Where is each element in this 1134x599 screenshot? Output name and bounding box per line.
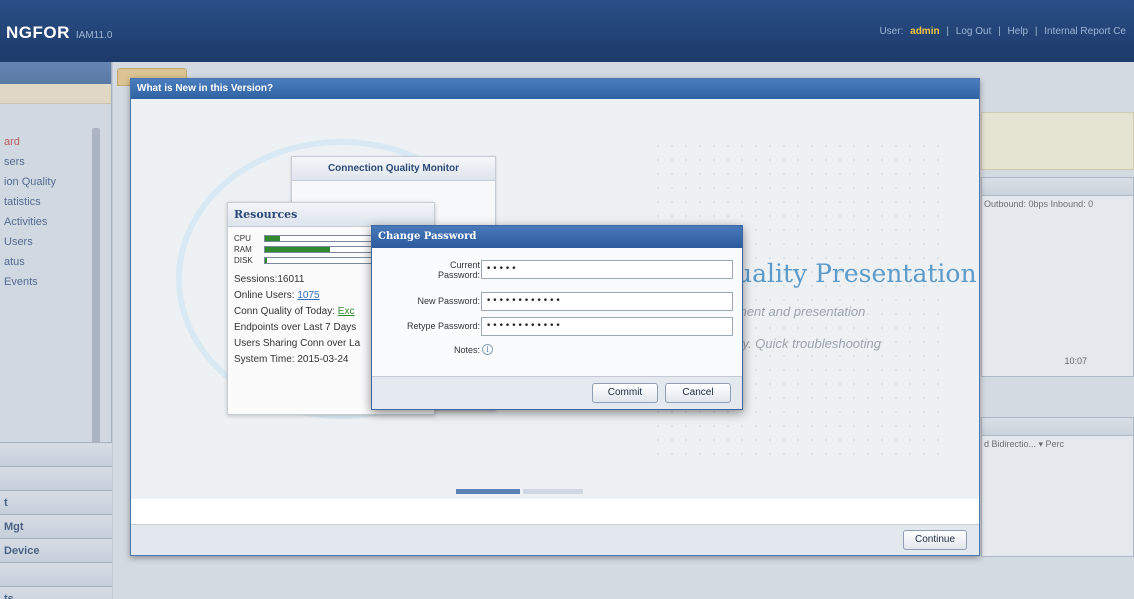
brand-name: NGFOR [6, 23, 70, 42]
online-users-label: Online Users: [234, 290, 295, 301]
feature-subtitle-1: ment and presentation [736, 304, 866, 319]
current-password-label-line2: Password: [437, 270, 480, 280]
conn-quality-link[interactable]: Exc [338, 306, 355, 317]
notes-label: Notes: [453, 345, 480, 355]
user-name[interactable]: admin [910, 26, 939, 37]
disk-label: DISK [234, 256, 253, 265]
cpu-bar-fill [265, 236, 281, 241]
logout-link[interactable]: Log Out [956, 26, 992, 37]
retype-password-input[interactable]: •••••••••••• [481, 317, 733, 336]
conn-quality-label: Conn Quality of Today: [234, 306, 335, 317]
change-password-footer: Commit Cancel [372, 376, 742, 409]
ram-bar [264, 246, 374, 253]
change-password-body: Current Password: ••••• New Password: ••… [372, 248, 742, 376]
whats-new-title: What is New in this Version? [131, 79, 979, 99]
separator: | [1034, 26, 1038, 37]
cancel-button[interactable]: Cancel [665, 383, 731, 403]
resources-title: Resources [228, 203, 434, 227]
whats-new-footer: Continue [131, 524, 979, 555]
online-users-link[interactable]: 1075 [297, 290, 319, 301]
version-label: IAM11.0 [75, 30, 113, 41]
feature-headline: uality Presentation [736, 259, 977, 288]
ram-bar-fill [265, 247, 330, 252]
continue-button[interactable]: Continue [903, 530, 967, 550]
new-password-label: New Password: [417, 296, 480, 306]
ram-label: RAM [234, 245, 252, 254]
commit-button[interactable]: Commit [592, 383, 658, 403]
cpu-bar [264, 235, 374, 242]
top-links: User: admin | Log Out | Help | Internal … [877, 26, 1128, 37]
change-password-dialog: Change Password Current Password: ••••• … [371, 225, 743, 410]
disk-bar-fill [265, 258, 268, 263]
user-label: User: [879, 26, 904, 37]
cqm-title: Connection Quality Monitor [292, 157, 495, 181]
carousel-indicator-active[interactable] [456, 489, 520, 494]
feature-subtitle-2: tly. Quick troubleshooting [736, 336, 881, 351]
current-password-input[interactable]: ••••• [481, 260, 733, 279]
current-password-label: Current Password: [438, 260, 480, 280]
separator: | [946, 26, 949, 37]
carousel-indicator[interactable] [523, 489, 583, 494]
cpu-label: CPU [234, 234, 251, 243]
current-password-label-line1: Current [449, 260, 480, 270]
help-link[interactable]: Help [1008, 26, 1029, 37]
brand-logo: NGFOR IAM11.0 [6, 23, 112, 43]
new-password-input[interactable]: •••••••••••• [481, 292, 733, 311]
retype-password-label: Retype Password: [406, 321, 480, 331]
change-password-title: Change Password [372, 226, 742, 248]
info-icon[interactable]: i [482, 344, 493, 355]
separator: | [998, 26, 1001, 37]
top-bar: NGFOR IAM11.0 User: admin | Log Out | Hel… [0, 0, 1134, 62]
internal-report-link[interactable]: Internal Report Ce [1044, 26, 1126, 37]
disk-bar [264, 257, 374, 264]
